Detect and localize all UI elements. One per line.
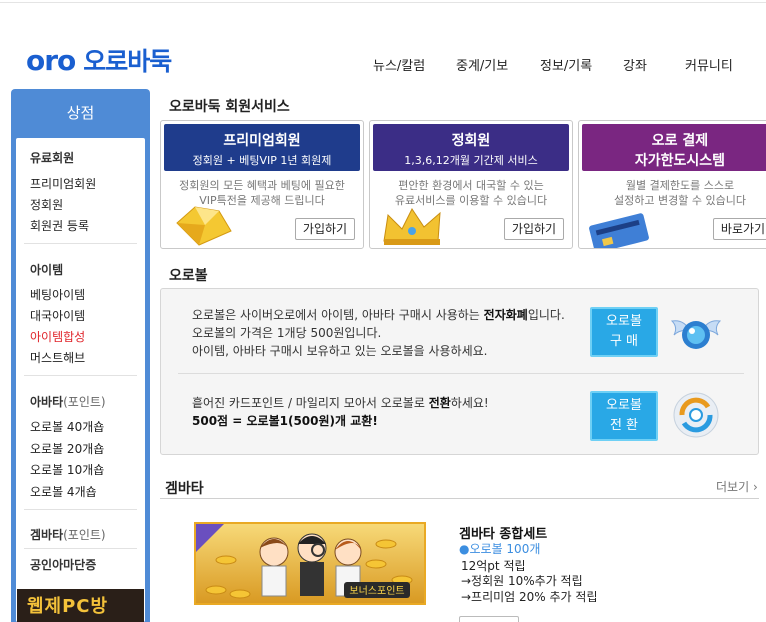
card-payment: 오로 결제 자가한도시스템 월별 결제한도를 스스로 설정하고 변경할 수 있습… — [578, 120, 766, 249]
diamond-icon — [176, 206, 232, 246]
pc-bang-banner[interactable]: 웹제PC방 — [17, 589, 144, 622]
card-title: 프리미엄회원 — [223, 133, 301, 149]
section-sub: (포인트) — [63, 395, 106, 409]
divider — [24, 548, 137, 549]
section-sub: (포인트) — [63, 528, 106, 542]
go-payment-button[interactable]: 바로가기 — [713, 218, 766, 240]
card-regular: 정회원 1,3,6,12개월 기간제 서비스 편안한 환경에서 대국할 수 있는… — [369, 120, 573, 249]
nav-broadcast[interactable]: 중계/기보 — [456, 55, 508, 74]
sidebar-section-amateur[interactable]: 공인아마단증 — [30, 556, 96, 573]
membership-heading: 오로바둑 회원서비스 — [169, 99, 290, 115]
info-text: 흩어진 카드포인트 / 마일리지 모아서 오로볼로 — [192, 396, 429, 410]
sidebar-item-musthave[interactable]: 머스트해브 — [30, 349, 85, 366]
nav-community[interactable]: 커뮤니티 — [685, 55, 733, 74]
global-nav: 뉴스/칼럼 중계/기보 정보/기록 강좌 커뮤니티 — [0, 55, 766, 75]
sidebar-section-avatar: 아바타(포인트) — [30, 393, 106, 410]
orobal-panel: 오로볼은 사이버오로에서 아이템, 아바타 구매시 사용하는 전자화폐입니다. … — [160, 288, 759, 455]
gembata-product-image[interactable]: 보너스포인트 — [194, 522, 426, 605]
bonus-badge: 보너스포인트 — [349, 585, 404, 597]
sidebar-item-premium[interactable]: 프리미엄회원 — [30, 175, 96, 192]
divider — [24, 243, 137, 244]
info-text: 하세요! — [450, 396, 489, 410]
card-premium: 프리미엄회원 정회원 + 베팅VIP 1년 회원제 정회원의 모든 혜택과 베팅… — [160, 120, 364, 249]
product-buy-button[interactable] — [459, 616, 519, 622]
info-bold: 전자화폐 — [483, 308, 528, 322]
info-line: 500점 = 오로볼1(500원)개 교환! — [192, 414, 378, 428]
card-subtitle: 정회원 + 베팅VIP 1년 회원제 — [192, 154, 332, 167]
sidebar-menu: 유료회원 프리미엄회원 정회원 회원권 등록 아이템 베팅아이템 대국아이템 아… — [16, 138, 145, 622]
button-line: 전 환 — [609, 418, 639, 433]
orobal-coin-icon: ● — [459, 542, 470, 556]
sidebar-item-shop4[interactable]: 오로볼 4개숍 — [30, 483, 97, 500]
info-bold: 전환 — [428, 396, 451, 410]
orobal-heading: 오로볼 — [169, 268, 208, 284]
sidebar-item-shop40[interactable]: 오로볼 40개숍 — [30, 418, 104, 435]
join-premium-button[interactable]: 가입하기 — [295, 218, 355, 240]
info-text: 오로볼은 사이버오로에서 아이템, 아바타 구매시 사용하는 — [192, 308, 484, 322]
card-header: 프리미엄회원 정회원 + 베팅VIP 1년 회원제 — [164, 124, 360, 171]
sidebar-section-gembata[interactable]: 겜바타(포인트) — [30, 526, 106, 543]
sidebar-item-register[interactable]: 회원권 등록 — [30, 217, 89, 234]
card-title: 정회원 — [451, 133, 491, 149]
card-title: 오로 결제 — [651, 133, 709, 149]
divider — [178, 373, 744, 374]
avatar-set-illustration: 보너스포인트 — [196, 524, 413, 599]
info-text: 입니다. — [527, 308, 565, 322]
nav-lecture[interactable]: 강좌 — [623, 55, 647, 74]
product-desc-line: →프리미엄 20% 추가 적립 — [461, 590, 598, 604]
info-line: 오로볼의 가격은 1개당 500원입니다. — [192, 326, 382, 340]
divider — [160, 498, 759, 499]
orobal-buy-button[interactable]: 오로볼 구 매 — [590, 307, 658, 357]
orobal-info: 오로볼은 사이버오로에서 아이템, 아바타 구매시 사용하는 전자화폐입니다. … — [192, 306, 565, 360]
top-border — [0, 0, 766, 3]
credit-card-icon — [589, 213, 649, 248]
price-text: 오로볼 100개 — [469, 542, 541, 556]
crown-icon — [383, 208, 441, 245]
exchange-icon — [673, 392, 719, 438]
orobal-exchange-button[interactable]: 오로볼 전 환 — [590, 391, 658, 441]
more-label: 더보기 — [716, 480, 750, 494]
orobal-exchange-info: 흩어진 카드포인트 / 마일리지 모아서 오로볼로 전환하세요! 500점 = … — [192, 394, 489, 430]
sidebar-section-item: 아이템 — [30, 263, 64, 277]
button-line: 오로볼 — [606, 398, 642, 413]
card-desc-line: 월별 결제한도를 스스로 — [625, 179, 735, 192]
nav-info[interactable]: 정보/기록 — [540, 55, 592, 74]
sidebar-item-regular[interactable]: 정회원 — [30, 196, 63, 213]
section-label: 아바타 — [30, 395, 64, 409]
sidebar: 상점 유료회원 프리미엄회원 정회원 회원권 등록 아이템 베팅아이템 대국아이… — [11, 89, 150, 622]
nav-news[interactable]: 뉴스/칼럼 — [373, 55, 425, 74]
banner-text: 웹제PC방 — [27, 596, 109, 617]
product-desc-line: →정회원 10%추가 적립 — [461, 574, 583, 588]
more-link[interactable]: 더보기 › — [716, 478, 758, 495]
info-line: 오로볼은 사이버오로에서 아이템, 아바타 구매시 사용하는 전자화폐입니다. — [192, 306, 565, 324]
card-header: 정회원 1,3,6,12개월 기간제 서비스 — [373, 124, 569, 171]
card-header: 오로 결제 자가한도시스템 — [582, 124, 766, 171]
chevron-right-icon: › — [752, 480, 758, 494]
sidebar-item-shop10[interactable]: 오로볼 10개숍 — [30, 461, 104, 478]
sidebar-section-paid: 유료회원 — [30, 151, 75, 165]
orobal-wings-icon — [670, 320, 722, 349]
card-subtitle: 자가한도시스템 — [634, 153, 726, 169]
join-regular-button[interactable]: 가입하기 — [504, 218, 564, 240]
card-desc-line: 정회원의 모든 혜택과 베팅에 필요한 — [179, 179, 345, 192]
product-price: ●오로볼 100개 — [459, 540, 540, 557]
info-line: 흩어진 카드포인트 / 마일리지 모아서 오로볼로 전환하세요! — [192, 394, 489, 412]
card-desc-line: 편안한 환경에서 대국할 수 있는 — [398, 179, 544, 192]
card-subtitle: 1,3,6,12개월 기간제 서비스 — [404, 154, 538, 167]
info-line: 아이템, 아바타 구매시 보유하고 있는 오로볼을 사용하세요. — [192, 344, 488, 358]
button-line: 오로볼 — [606, 314, 642, 329]
sidebar-item-betting[interactable]: 베팅아이템 — [30, 286, 85, 303]
sidebar-title: 상점 — [66, 104, 95, 122]
divider — [24, 375, 137, 376]
gembata-heading: 겜바타 — [165, 481, 204, 497]
section-label: 겜바타 — [30, 528, 64, 542]
divider — [24, 509, 137, 510]
sidebar-item-shop20[interactable]: 오로볼 20개숍 — [30, 440, 104, 457]
button-line: 구 매 — [609, 334, 639, 349]
sidebar-item-synthesis[interactable]: 아이템합성 — [30, 328, 85, 345]
sidebar-item-game[interactable]: 대국아이템 — [30, 307, 85, 324]
